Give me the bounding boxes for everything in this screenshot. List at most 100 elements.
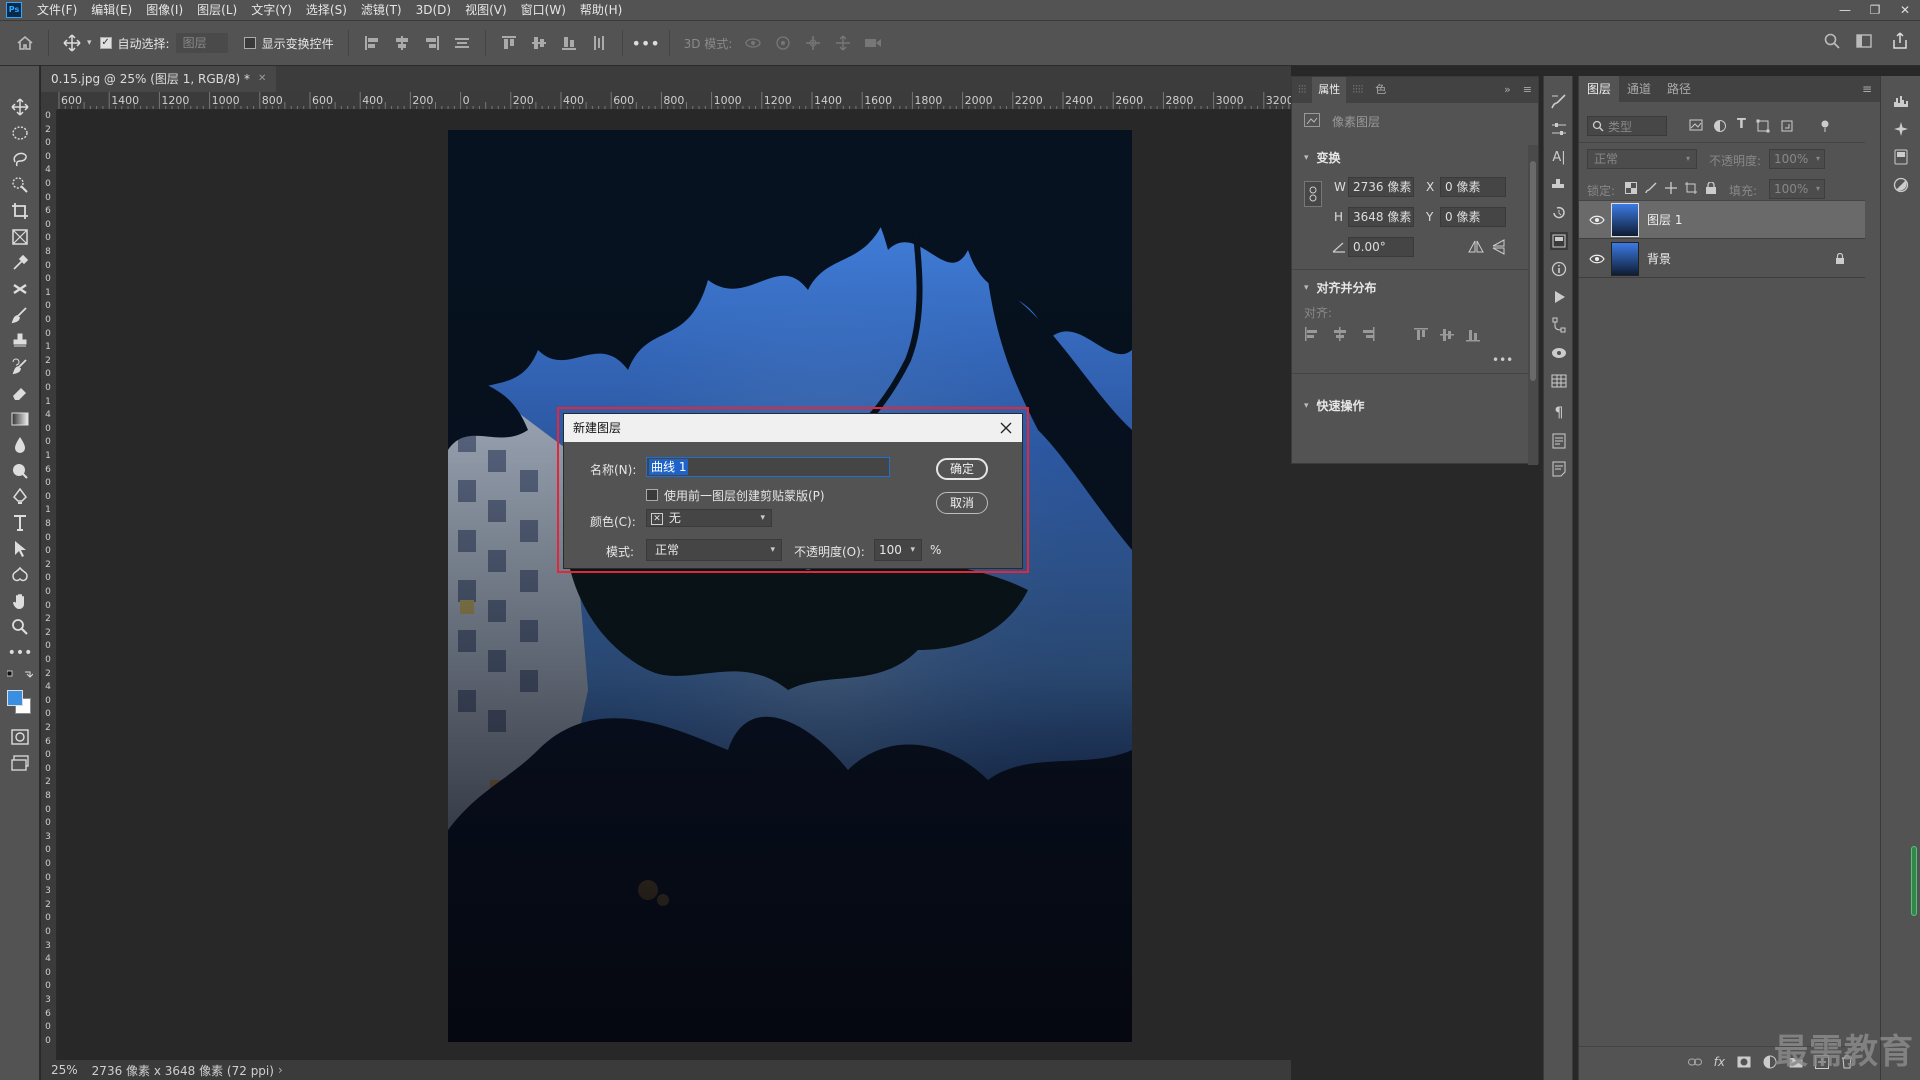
cancel-button[interactable]: 取消 xyxy=(936,492,988,514)
frame-tool-icon[interactable] xyxy=(8,226,32,248)
path-selection-icon[interactable] xyxy=(8,538,32,560)
align-top-icon[interactable] xyxy=(498,32,520,54)
clone-stamp-icon[interactable] xyxy=(8,330,32,352)
align-left-edges-icon[interactable] xyxy=(1304,327,1320,341)
dialog-titlebar[interactable]: 新建图层 xyxy=(564,414,1022,442)
align-center-h-icon[interactable] xyxy=(391,32,413,54)
visibility-eye-icon[interactable] xyxy=(1589,253,1605,265)
chevron-down-icon[interactable]: ▾ xyxy=(87,38,92,48)
y-field[interactable]: 0 像素 xyxy=(1440,207,1506,227)
link-layers-icon[interactable] xyxy=(1687,1057,1702,1067)
swatches-icon[interactable] xyxy=(1550,232,1568,250)
layer-style-fx-icon[interactable]: fx xyxy=(1714,1055,1725,1069)
foreground-color-swatch[interactable] xyxy=(7,690,23,706)
adjustments-sliders-icon[interactable] xyxy=(1550,120,1568,138)
info-icon[interactable] xyxy=(1550,260,1568,278)
filter-shape-icon[interactable] xyxy=(1756,119,1770,133)
elliptical-marquee-icon[interactable] xyxy=(8,122,32,144)
collapsed-panels-icon[interactable]: ⫶⫶⫶ xyxy=(1292,77,1312,103)
layer-lock-icon[interactable] xyxy=(1835,252,1845,265)
menu-3d[interactable]: 3D(D) xyxy=(409,0,458,20)
3d-camera-icon[interactable] xyxy=(862,32,884,54)
close-tab-icon[interactable]: ✕ xyxy=(258,66,266,92)
angle-field[interactable]: 0.00° xyxy=(1348,237,1414,257)
3d-slide-icon[interactable] xyxy=(832,32,854,54)
color-dropdown[interactable]: ✕ 无 ▾ xyxy=(646,509,772,527)
zoom-icon[interactable] xyxy=(8,616,32,638)
menu-edit[interactable]: 编辑(E) xyxy=(84,0,139,20)
eyedropper-icon[interactable] xyxy=(8,252,32,274)
paths-icon[interactable] xyxy=(1550,316,1568,334)
blur-icon[interactable] xyxy=(8,434,32,456)
width-field[interactable]: 2736 像素 xyxy=(1348,177,1414,197)
more-align-options-icon[interactable]: ••• xyxy=(1492,353,1513,367)
tab-color[interactable]: 色 xyxy=(1369,77,1392,103)
close-icon[interactable] xyxy=(996,418,1016,438)
properties-scrollbar[interactable] xyxy=(1528,145,1538,465)
clone-source-icon[interactable] xyxy=(1550,176,1568,194)
close-window-icon[interactable]: ✕ xyxy=(1890,0,1920,20)
3d-pan-icon[interactable] xyxy=(802,32,824,54)
healing-brush-icon[interactable] xyxy=(8,278,32,300)
align-right-edges-icon[interactable] xyxy=(1360,327,1376,341)
show-transform-checkbox[interactable] xyxy=(243,37,256,49)
panel-scroll-indicator[interactable] xyxy=(1911,846,1917,916)
distribute-h-icon[interactable] xyxy=(451,32,473,54)
lock-pixels-icon[interactable] xyxy=(1645,182,1657,194)
filter-toggle-icon[interactable] xyxy=(1818,119,1832,133)
lock-all-icon[interactable] xyxy=(1705,182,1717,194)
filter-pixel-icon[interactable] xyxy=(1689,119,1703,131)
custom-shape-icon[interactable] xyxy=(8,564,32,586)
edit-toolbar-icon[interactable]: ••• xyxy=(8,642,33,664)
add-mask-icon[interactable] xyxy=(1737,1056,1751,1068)
tab-properties[interactable]: 属性 xyxy=(1312,77,1347,103)
lasso-icon[interactable] xyxy=(8,148,32,170)
move-tool-icon[interactable] xyxy=(8,96,32,118)
distribute-v-icon[interactable] xyxy=(588,32,610,54)
quick-select-icon[interactable] xyxy=(8,174,32,196)
actions-play-icon[interactable] xyxy=(1550,288,1568,306)
link-icon[interactable] xyxy=(1304,181,1322,207)
menu-select[interactable]: 选择(S) xyxy=(299,0,354,20)
fill-field[interactable]: 100% ▾ xyxy=(1769,179,1825,199)
align-left-icon[interactable] xyxy=(361,32,383,54)
align-right-icon[interactable] xyxy=(421,32,443,54)
lock-artboard-icon[interactable] xyxy=(1685,182,1697,194)
x-field[interactable]: 0 像素 xyxy=(1440,177,1506,197)
filter-type-icon[interactable]: T xyxy=(1737,118,1746,133)
auto-select-target-dropdown[interactable]: 图层 xyxy=(175,33,228,53)
paragraph-styles-icon[interactable] xyxy=(1550,432,1568,450)
layers-panel-menu-icon[interactable]: ≡ xyxy=(1854,76,1880,102)
libraries-icon[interactable] xyxy=(1892,148,1910,166)
notes-icon[interactable] xyxy=(1550,460,1568,478)
eraser-icon[interactable] xyxy=(8,382,32,404)
tab-layers[interactable]: 图层 xyxy=(1579,76,1620,102)
layer-opacity-field[interactable]: 100% ▾ xyxy=(1769,149,1825,169)
lock-position-icon[interactable] xyxy=(1665,182,1677,194)
histogram-icon[interactable] xyxy=(1892,92,1910,110)
brush-settings-icon[interactable] xyxy=(1550,92,1568,110)
3d-orbit-icon[interactable] xyxy=(742,32,764,54)
document-tab[interactable]: 0.15.jpg @ 25% (图层 1, RGB/8) * ✕ xyxy=(41,66,277,92)
quick-mask-icon[interactable] xyxy=(8,726,32,748)
layer-row-layer1[interactable]: 图层 1 xyxy=(1579,201,1865,239)
paragraph-icon[interactable]: ¶ xyxy=(1550,404,1568,422)
adjustments-icon[interactable] xyxy=(1892,176,1910,194)
character-icon[interactable]: A| xyxy=(1550,148,1568,166)
layer-name[interactable]: 背景 xyxy=(1647,250,1671,267)
restore-icon[interactable]: ❐ xyxy=(1860,0,1890,20)
collapsed-panels-icon-2[interactable]: ⫶⫶⫶⫶ xyxy=(1346,77,1369,103)
layer-name-input[interactable]: 曲线 1 xyxy=(646,457,890,477)
3d-roll-icon[interactable] xyxy=(772,32,794,54)
navigator-compass-icon[interactable] xyxy=(1892,120,1910,138)
clipping-mask-checkbox[interactable] xyxy=(646,489,658,501)
document-info[interactable]: 2736 像素 x 3648 像素 (72 ppi) xyxy=(92,1062,274,1079)
zoom-level[interactable]: 25% xyxy=(51,1063,78,1077)
transform-section-title[interactable]: ▾ 变换 xyxy=(1304,149,1341,166)
document-image[interactable] xyxy=(448,130,1132,1042)
pen-icon[interactable] xyxy=(8,486,32,508)
align-top-edges-icon[interactable] xyxy=(1414,327,1428,343)
gradient-icon[interactable] xyxy=(8,408,32,430)
hand-icon[interactable] xyxy=(8,590,32,612)
type-tool-icon[interactable] xyxy=(8,512,32,534)
